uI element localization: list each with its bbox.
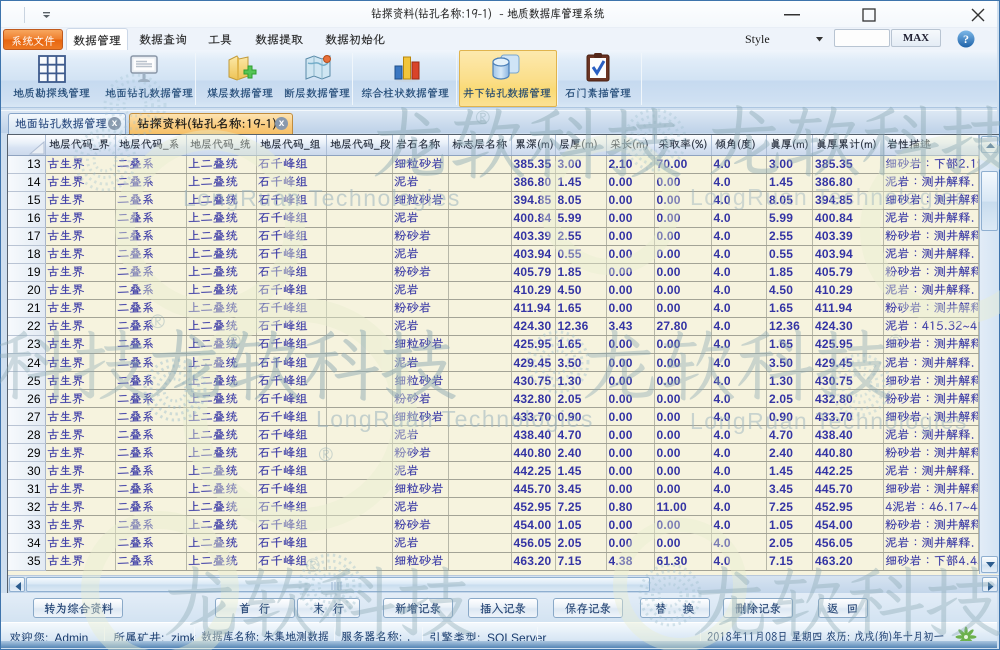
svg-text:?: ? [963,32,969,46]
